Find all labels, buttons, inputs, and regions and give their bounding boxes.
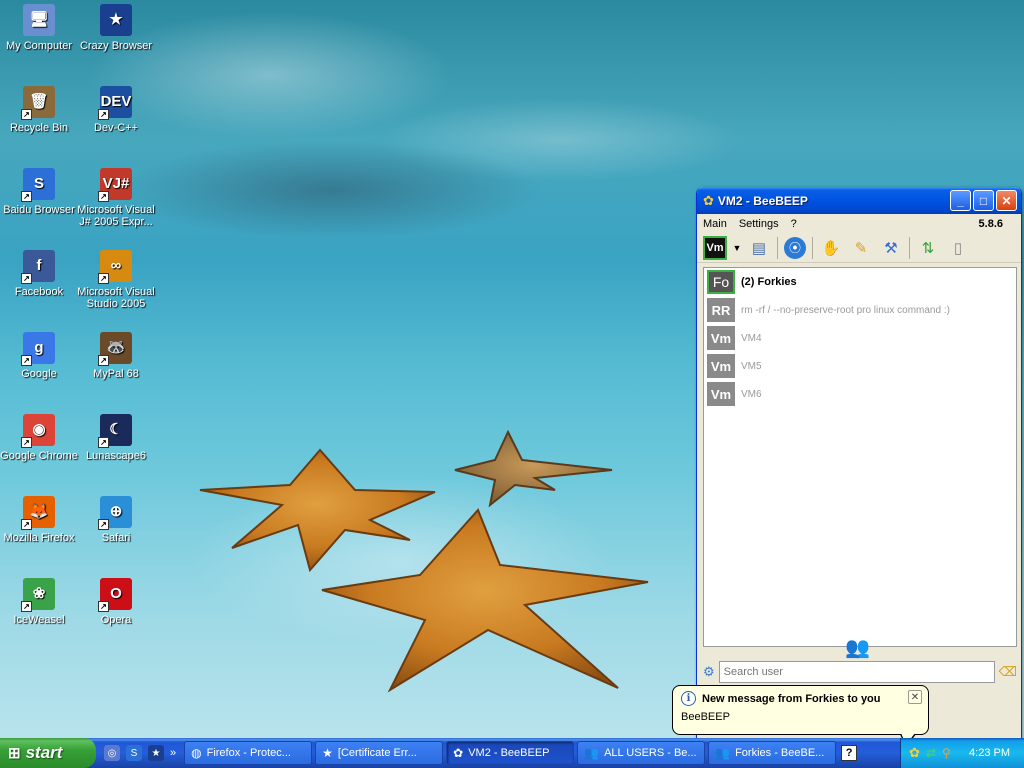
chat-name: rm -rf / --no-preserve-root pro linux co… xyxy=(741,304,950,316)
share-icon[interactable]: ✋ xyxy=(819,236,843,260)
search-area: ⚙ ⌫ xyxy=(703,660,1017,684)
toolbar: Vm ▼ ▤ ⦿ ✋ ✎ ⚒ ⇅ ▯ xyxy=(697,233,1021,263)
taskbar-button[interactable]: 👥 Forkies - BeeBE... xyxy=(708,741,837,765)
start-button[interactable]: ⊞ start xyxy=(0,738,96,768)
menu-settings[interactable]: Settings xyxy=(739,218,779,230)
system-tray: ✿ ⇄ ⚲ 4:23 PM xyxy=(900,738,1024,768)
windows-flag-icon: ⊞ xyxy=(8,745,21,762)
taskbar-button-label: ALL USERS - Be... xyxy=(604,747,697,759)
status-vm-button[interactable]: Vm xyxy=(703,235,727,260)
toolbar-separator xyxy=(909,236,910,259)
info-icon: i xyxy=(681,691,696,706)
chevron-down-icon[interactable]: ▼ xyxy=(733,236,742,260)
crazy-browser-icon: ★ xyxy=(322,746,333,760)
baidu-browser-icon[interactable]: S xyxy=(126,745,142,761)
chat-avatar-badge: Fo xyxy=(707,270,735,294)
quick-launch-more[interactable]: » xyxy=(170,747,176,759)
chat-name: VM5 xyxy=(741,360,762,372)
gear-icon[interactable]: ⚙ xyxy=(703,664,715,680)
clock[interactable]: 4:23 PM xyxy=(969,747,1010,759)
minimize-button[interactable]: _ xyxy=(950,190,971,211)
profile-icon[interactable]: ▤ xyxy=(747,236,771,260)
menu-help[interactable]: ? xyxy=(791,218,797,230)
taskbar-button-label: Forkies - BeeBE... xyxy=(735,747,825,759)
toolbar-separator xyxy=(812,236,813,259)
taskbar-button[interactable]: ✿ VM2 - BeeBEEP xyxy=(446,741,575,765)
version-label: 5.8.6 xyxy=(978,217,1003,230)
taskbar-button-label: VM2 - BeeBEEP xyxy=(468,747,550,759)
update-icon[interactable]: ⇅ xyxy=(916,236,940,260)
window-title: VM2 - BeeBEEP xyxy=(717,193,808,208)
beebeep-window[interactable]: ✿ VM2 - BeeBEEP _ □ ✕ Main Settings ? 5.… xyxy=(696,187,1022,742)
chat-list-item[interactable]: Fo (2) Forkies xyxy=(704,268,1016,296)
taskbar-button[interactable]: 👥 ALL USERS - Be... xyxy=(577,741,706,765)
firefox-icon: ◍ xyxy=(191,746,202,760)
chat-name: VM6 xyxy=(741,388,762,400)
chat-name: VM4 xyxy=(741,332,762,344)
chat-avatar-badge: RR xyxy=(707,298,735,322)
menu-main[interactable]: Main xyxy=(703,218,727,230)
clear-search-icon[interactable]: ⌫ xyxy=(999,664,1017,680)
bee-icon: ✿ xyxy=(453,746,464,760)
edit-icon[interactable]: ✎ xyxy=(849,236,873,260)
close-button[interactable]: ✕ xyxy=(996,190,1017,211)
taskbar-button[interactable]: ◍ Firefox - Protec... xyxy=(184,741,313,765)
tools-icon[interactable]: ⚒ xyxy=(879,236,903,260)
start-label: start xyxy=(25,743,63,762)
taskbar-button-label: [Certificate Err... xyxy=(337,747,417,759)
title-bar[interactable]: ✿ VM2 - BeeBEEP _ □ ✕ xyxy=(697,187,1021,214)
users-icon: 👥 xyxy=(715,746,731,760)
chat-list-item[interactable]: Vm VM5 xyxy=(704,352,1016,380)
chat-avatar-badge: Vm xyxy=(707,382,735,406)
crazy-browser-icon[interactable]: ★ xyxy=(148,745,164,761)
users-icon: 👥 xyxy=(584,746,600,760)
chat-avatar-badge: Vm xyxy=(707,354,735,378)
chat-name: (2) Forkies xyxy=(741,276,797,288)
balloon-title-row: i New message from Forkies to you xyxy=(681,691,920,706)
chat-list: Fo (2) Forkies RR rm -rf / --no-preserve-ro… xyxy=(703,267,1017,647)
task-buttons: ◍ Firefox - Protec... ★ [Certificate Err...… xyxy=(184,741,839,765)
bee-icon: ✿ xyxy=(703,192,714,208)
beebeep-tray-icon[interactable]: ✿ xyxy=(909,745,920,761)
trash-icon[interactable]: ▯ xyxy=(946,236,970,260)
network-icon[interactable]: ⦿ xyxy=(784,236,806,259)
help-icon[interactable]: ? xyxy=(841,745,858,761)
chat-list-item[interactable]: Vm VM4 xyxy=(704,324,1016,352)
taskbar: ⊞ start ◎ S ★ » ◍ Firefox - Protec... ★ [Ce… xyxy=(0,738,1024,768)
balloon-title: New message from Forkies to you xyxy=(702,692,881,705)
chat-list-item[interactable]: RR rm -rf / --no-preserve-root pro linux … xyxy=(704,296,1016,324)
chat-list-item[interactable]: Vm VM6 xyxy=(704,380,1016,408)
balloon-close-button[interactable]: ✕ xyxy=(908,690,922,704)
users-icon: 👥 xyxy=(845,637,870,659)
taskbar-button-label: Firefox - Protec... xyxy=(206,747,291,759)
menu-bar: Main Settings ? 5.8.6 xyxy=(697,214,1021,233)
quick-launch: ◎ S ★ » xyxy=(96,745,184,761)
balloon-body: BeeBEEP xyxy=(681,711,730,723)
toolbar-separator xyxy=(777,236,778,259)
chat-avatar-badge: Vm xyxy=(707,326,735,350)
notification-balloon[interactable]: i New message from Forkies to you BeeBEE… xyxy=(672,685,929,735)
search-tray-icon[interactable]: ⚲ xyxy=(942,746,951,760)
network-tray-icon[interactable]: ⇄ xyxy=(926,746,936,760)
search-user-input[interactable] xyxy=(718,661,995,683)
maximize-button[interactable]: □ xyxy=(973,190,994,211)
taskbar-button[interactable]: ★ [Certificate Err... xyxy=(315,741,444,765)
show-desktop-icon[interactable]: ◎ xyxy=(104,745,120,761)
